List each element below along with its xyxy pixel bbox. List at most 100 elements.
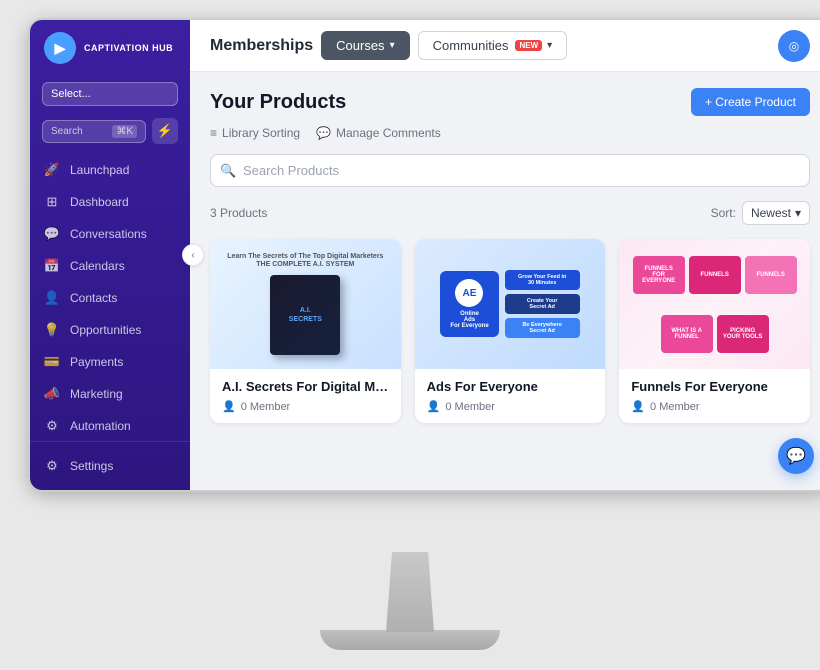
- tab-communities-label: Communities: [433, 38, 509, 53]
- sidebar-item-settings[interactable]: ⚙ Settings: [30, 450, 190, 482]
- tab-courses-label: Courses: [336, 38, 384, 53]
- settings-icon: ⚙: [44, 458, 60, 474]
- sidebar-select-wrapper[interactable]: Select...: [30, 76, 190, 112]
- sidebar-select[interactable]: Select...: [42, 82, 178, 106]
- ads-card-3: Be EverywhereSecret Ad: [505, 318, 580, 338]
- ads-logo-circle: AE: [455, 279, 483, 307]
- top-bar-left: Memberships Courses ▾ Communities NEW ▾: [210, 31, 567, 60]
- sidebar-item-label: Conversations: [70, 227, 147, 241]
- sidebar-item-conversations[interactable]: 💬 Conversations: [30, 218, 190, 250]
- product-thumbnail-ads: AE OnlineAdsFor Everyone Grow Your Feed …: [415, 239, 606, 369]
- collapse-sidebar-button[interactable]: ‹: [182, 244, 204, 266]
- ads-label: OnlineAdsFor Everyone: [450, 311, 488, 329]
- lightning-button[interactable]: ⚡: [152, 118, 178, 144]
- chat-fab-button[interactable]: 💬: [778, 438, 814, 474]
- product-name: Ads For Everyone: [427, 379, 594, 394]
- monitor-stand: [320, 552, 500, 650]
- product-thumbnail-funnels: FUNNELSFOR EVERYONE FUNNELS FUNNELS WHAT…: [619, 239, 810, 369]
- sidebar-nav: 🚀 Launchpad ⊞ Dashboard 💬 Conversations …: [30, 150, 190, 441]
- library-sorting-icon: ≡: [210, 126, 217, 140]
- search-shortcut: ⌘K: [112, 125, 137, 138]
- logo-text: CAPTIVATION HUB: [84, 43, 173, 54]
- ads-logo: AE: [463, 288, 477, 299]
- product-info: Funnels For Everyone 👤 0 Member: [619, 369, 810, 423]
- user-avatar[interactable]: ◎: [778, 30, 810, 62]
- top-bar-right: ◎: [778, 30, 810, 62]
- sidebar-item-label: Dashboard: [70, 195, 129, 209]
- products-heading: Your Products: [210, 91, 346, 114]
- product-card-funnels[interactable]: FUNNELSFOR EVERYONE FUNNELS FUNNELS WHAT…: [619, 239, 810, 423]
- sidebar-item-label: Payments: [70, 355, 123, 369]
- products-count: 3 Products: [210, 206, 267, 220]
- library-sorting-link[interactable]: ≡ Library Sorting: [210, 126, 300, 140]
- sidebar-item-label: Launchpad: [70, 163, 129, 177]
- create-product-button[interactable]: + Create Product: [691, 88, 810, 116]
- product-card-ads[interactable]: AE OnlineAdsFor Everyone Grow Your Feed …: [415, 239, 606, 423]
- payments-icon: 💳: [44, 354, 60, 370]
- sidebar-item-contacts[interactable]: 👤 Contacts: [30, 282, 190, 314]
- sidebar-item-marketing[interactable]: 📣 Marketing: [30, 378, 190, 410]
- opportunities-icon: 💡: [44, 322, 60, 338]
- ads-stack: Grow Your Feed in30 Minutes Create YourS…: [505, 270, 580, 338]
- product-info: A.I. Secrets For Digital Mar... 👤 0 Memb…: [210, 369, 401, 423]
- products-grid: Learn The Secrets of The Top Digital Mar…: [210, 239, 810, 423]
- sidebar-item-label: Marketing: [70, 387, 123, 401]
- calendars-icon: 📅: [44, 258, 60, 274]
- members-count: 0 Member: [445, 401, 495, 413]
- members-icon: 👤: [631, 400, 645, 413]
- members-icon: 👤: [222, 400, 236, 413]
- sort-value: Newest: [751, 206, 791, 220]
- product-thumbnail-ai: Learn The Secrets of The Top Digital Mar…: [210, 239, 401, 369]
- product-card-ai-secrets[interactable]: Learn The Secrets of The Top Digital Mar…: [210, 239, 401, 423]
- ai-book-mockup: A.I.SECRETS: [270, 275, 340, 355]
- funnel-card-1: FUNNELSFOR EVERYONE: [633, 256, 685, 294]
- sidebar-item-dashboard[interactable]: ⊞ Dashboard: [30, 186, 190, 218]
- ai-title-text: Learn The Secrets of The Top Digital Mar…: [227, 253, 383, 270]
- sidebar-item-launchpad[interactable]: 🚀 Launchpad: [30, 154, 190, 186]
- ads-device: AE OnlineAdsFor Everyone: [440, 271, 498, 337]
- product-info: Ads For Everyone 👤 0 Member: [415, 369, 606, 423]
- product-name: Funnels For Everyone: [631, 379, 798, 394]
- ads-card-1: Grow Your Feed in30 Minutes: [505, 270, 580, 290]
- sidebar-item-label: Settings: [70, 459, 113, 473]
- tab-courses[interactable]: Courses ▾: [321, 31, 409, 60]
- sidebar-item-calendars[interactable]: 📅 Calendars: [30, 250, 190, 282]
- funnel-card-5: PICKINGYOUR TOOLS: [717, 315, 769, 353]
- sidebar-item-label: Contacts: [70, 291, 117, 305]
- tab-communities[interactable]: Communities NEW ▾: [418, 31, 568, 60]
- sidebar-logo: ▶ CAPTIVATION HUB: [30, 20, 190, 76]
- manage-comments-label: Manage Comments: [336, 126, 441, 140]
- conversations-icon: 💬: [44, 226, 60, 242]
- sort-dropdown[interactable]: Newest ▾: [742, 201, 810, 225]
- funnel-card-4: WHAT IS AFUNNEL: [661, 315, 713, 353]
- library-sorting-label: Library Sorting: [222, 126, 300, 140]
- sub-actions: ≡ Library Sorting 💬 Manage Comments: [210, 126, 810, 140]
- members-icon: 👤: [427, 400, 441, 413]
- product-name: A.I. Secrets For Digital Mar...: [222, 379, 389, 394]
- main-content: Memberships Courses ▾ Communities NEW ▾ …: [190, 20, 820, 490]
- page-title: Memberships: [210, 37, 313, 55]
- stand-neck: [380, 552, 440, 632]
- sidebar-search: Search ⌘K ⚡: [30, 112, 190, 150]
- sidebar-footer: ⚙ Settings: [30, 441, 190, 490]
- sort-label: Sort:: [711, 206, 736, 220]
- logo-icon: ▶: [44, 32, 76, 64]
- dashboard-icon: ⊞: [44, 194, 60, 210]
- sidebar: ▶ CAPTIVATION HUB Select... Search ⌘K ⚡ …: [30, 20, 190, 490]
- funnel-card-3: FUNNELS: [745, 256, 797, 294]
- contacts-icon: 👤: [44, 290, 60, 306]
- launchpad-icon: 🚀: [44, 162, 60, 178]
- manage-comments-link[interactable]: 💬 Manage Comments: [316, 126, 441, 140]
- chevron-down-icon: ▾: [390, 40, 395, 51]
- search-icon: 🔍: [220, 163, 236, 179]
- sidebar-item-payments[interactable]: 💳 Payments: [30, 346, 190, 378]
- sidebar-item-opportunities[interactable]: 💡 Opportunities: [30, 314, 190, 346]
- sidebar-item-automation[interactable]: ⚙ Automation: [30, 410, 190, 441]
- screen: ▶ CAPTIVATION HUB Select... Search ⌘K ⚡ …: [30, 20, 820, 490]
- members-count: 0 Member: [650, 401, 700, 413]
- sidebar-item-label: Opportunities: [70, 323, 141, 337]
- ai-book-text: A.I.SECRETS: [285, 302, 326, 328]
- sidebar-search-box[interactable]: Search ⌘K: [42, 120, 146, 143]
- product-members: 👤 0 Member: [427, 400, 594, 413]
- search-products-input[interactable]: [210, 154, 810, 187]
